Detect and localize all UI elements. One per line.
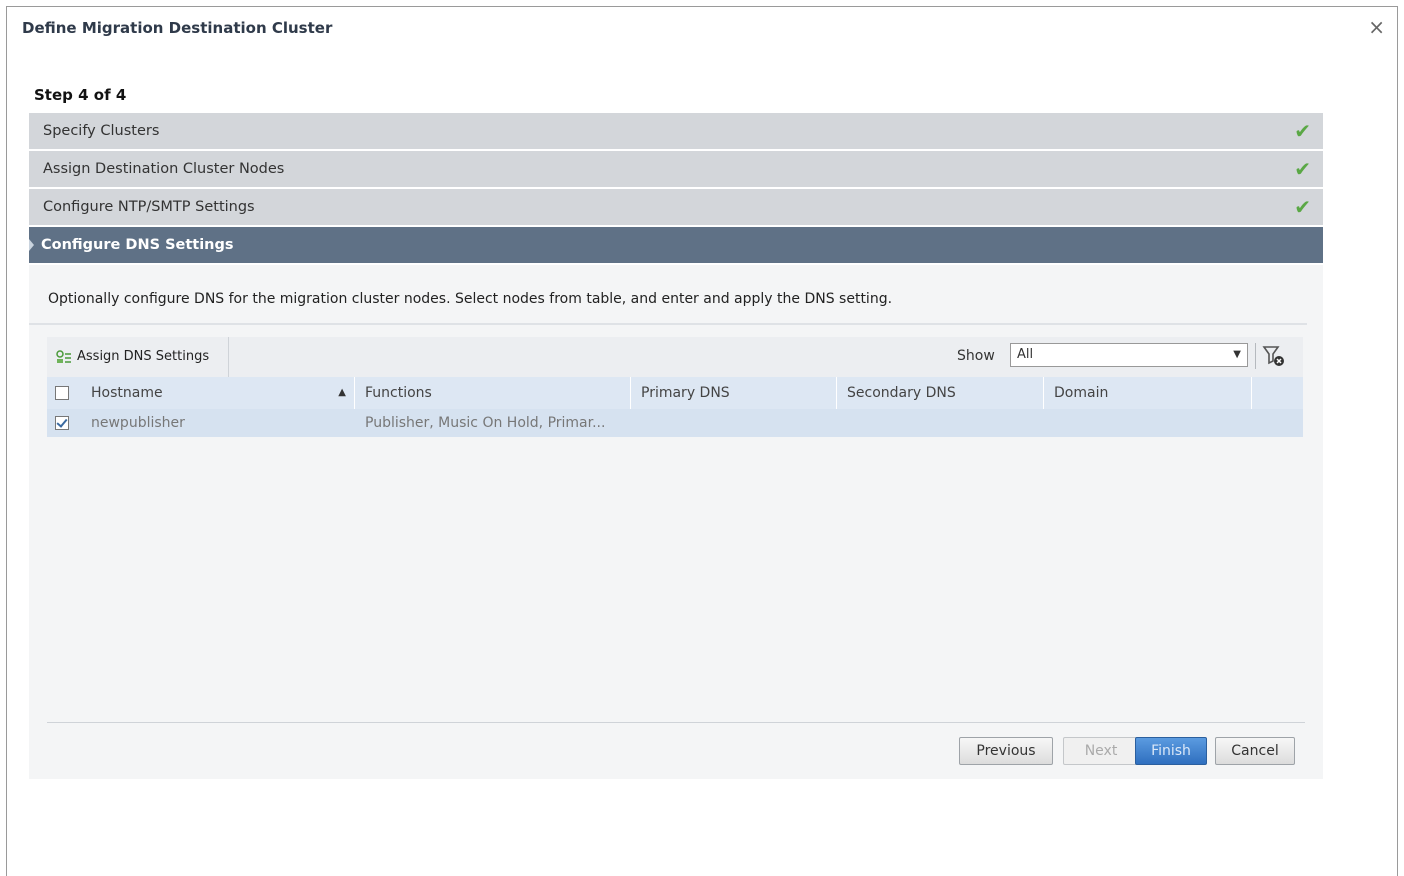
dns-settings-panel: Optionally configure DNS for the migrati… [29, 265, 1323, 779]
assign-settings-icon [56, 350, 71, 363]
column-header-functions[interactable]: Functions [355, 377, 631, 409]
sort-ascending-icon: ▲ [338, 387, 346, 398]
cancel-button[interactable]: Cancel [1215, 737, 1295, 765]
show-select-value: All [1017, 347, 1034, 362]
finish-button[interactable]: Finish [1135, 737, 1207, 765]
migration-dialog: Define Migration Destination Cluster × S… [6, 6, 1398, 876]
assign-dns-settings-label: Assign DNS Settings [77, 349, 210, 364]
active-step-arrow-icon [29, 239, 34, 251]
checkmark-icon: ✔ [1294, 157, 1311, 181]
cell-secondary-dns [837, 409, 1044, 437]
step-description: Optionally configure DNS for the migrati… [48, 291, 893, 307]
cell-domain [1044, 409, 1252, 437]
chevron-down-icon: ▼ [1233, 349, 1241, 360]
column-header-domain[interactable]: Domain [1044, 377, 1252, 409]
wizard-steps: Specify Clusters ✔ Assign Destination Cl… [29, 113, 1323, 265]
wizard-step-ntp-smtp[interactable]: Configure NTP/SMTP Settings ✔ [29, 189, 1323, 225]
table-row[interactable]: newpublisher Publisher, Music On Hold, P… [47, 409, 1303, 437]
show-label: Show [957, 348, 995, 364]
checkmark-icon: ✔ [1294, 195, 1311, 219]
cell-primary-dns [631, 409, 837, 437]
table-header: Hostname ▲ Functions Primary DNS Seconda… [47, 377, 1303, 409]
wizard-step-label: Assign Destination Cluster Nodes [43, 161, 285, 177]
dialog-title: Define Migration Destination Cluster [22, 19, 333, 37]
divider [47, 722, 1305, 723]
wizard-step-specify-clusters[interactable]: Specify Clusters ✔ [29, 113, 1323, 149]
step-indicator: Step 4 of 4 [34, 86, 127, 104]
wizard-step-label: Specify Clusters [43, 123, 160, 139]
filter-icon[interactable] [1261, 343, 1287, 369]
column-header-label: Hostname [91, 385, 163, 401]
column-header-primary-dns[interactable]: Primary DNS [631, 377, 837, 409]
wizard-step-label: Configure NTP/SMTP Settings [43, 199, 255, 215]
wizard-buttons: Previous Next Finish Cancel [959, 737, 1295, 765]
toolbar-separator [1255, 343, 1256, 369]
table-toolbar: Assign DNS Settings Show All ▼ [47, 337, 1303, 377]
wizard-step-dns[interactable]: Configure DNS Settings [29, 227, 1323, 263]
column-header-secondary-dns[interactable]: Secondary DNS [837, 377, 1044, 409]
cell-functions: Publisher, Music On Hold, Primar... [365, 415, 606, 431]
wizard-step-label: Configure DNS Settings [41, 237, 234, 253]
previous-button[interactable]: Previous [959, 737, 1053, 765]
next-button[interactable]: Next [1063, 737, 1139, 765]
show-select[interactable]: All ▼ [1010, 343, 1248, 367]
wizard-step-assign-nodes[interactable]: Assign Destination Cluster Nodes ✔ [29, 151, 1323, 187]
divider [29, 323, 1307, 325]
checkmark-icon: ✔ [1294, 119, 1311, 143]
select-all-checkbox-cell [47, 377, 81, 409]
assign-dns-settings-button[interactable]: Assign DNS Settings [47, 337, 229, 377]
select-all-checkbox[interactable] [55, 386, 69, 400]
row-checkbox-cell [47, 409, 81, 437]
close-icon[interactable]: × [1368, 15, 1385, 39]
cell-hostname: newpublisher [91, 415, 185, 431]
column-header-hostname[interactable]: Hostname ▲ [81, 377, 355, 409]
nodes-table: Hostname ▲ Functions Primary DNS Seconda… [47, 377, 1303, 437]
row-checkbox[interactable] [55, 416, 69, 430]
